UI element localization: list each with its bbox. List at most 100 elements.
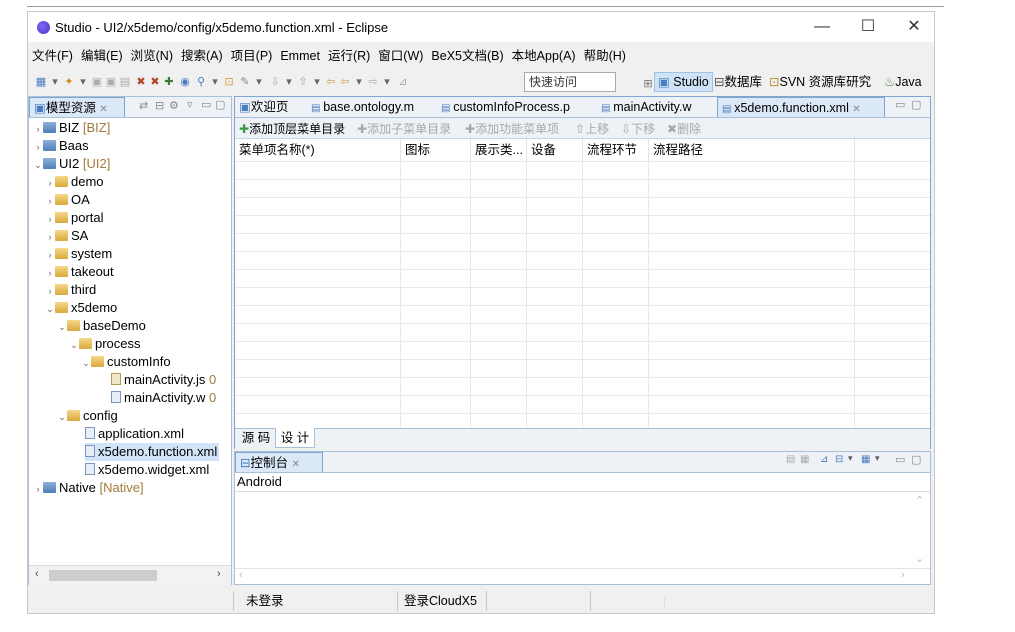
dropdown-icon[interactable]: ▾ <box>48 75 62 89</box>
menu-file[interactable]: 文件(F) <box>28 46 77 66</box>
tab-welcome[interactable]: ▣欢迎页 <box>235 97 305 117</box>
collapse-icon[interactable]: ⌄ <box>45 300 55 318</box>
maximize-view-icon[interactable]: ▢ <box>215 98 225 111</box>
add-sub-menu-button[interactable]: ✚添加子菜单目录 <box>357 120 451 138</box>
tree-node-baas[interactable]: › Baas <box>33 137 89 155</box>
perspective-studio[interactable]: ▣ Studio <box>654 72 713 92</box>
tree-node-ui2[interactable]: ⌄ UI2 [UI2] <box>33 155 110 173</box>
quick-access-input[interactable]: 快速访问 <box>524 72 616 92</box>
move-down-button[interactable]: ⇩下移 <box>621 120 655 138</box>
tab-custominfo-process[interactable]: ▤ customInfoProcess.p <box>437 97 591 117</box>
maximize-view-icon[interactable]: ▢ <box>911 98 921 111</box>
view-menu-icon[interactable]: ▿ <box>187 98 193 111</box>
link-editor-icon[interactable]: ⇄ <box>139 99 148 112</box>
prev-annotation-icon[interactable]: ⇧ <box>296 75 310 89</box>
maximize-view-icon[interactable]: ▢ <box>911 453 921 466</box>
pin-icon[interactable]: ⊿ <box>396 75 410 89</box>
pen-icon[interactable]: ✎ <box>238 75 252 89</box>
expand-icon[interactable]: › <box>45 264 55 282</box>
scroll-lock-icon[interactable]: ▦ <box>800 454 809 465</box>
collapse-icon[interactable]: ⌄ <box>57 408 67 426</box>
tree-node-custominfo[interactable]: ⌄ customInfo <box>81 353 170 372</box>
column-header-process-path[interactable]: 流程路径 <box>649 139 855 161</box>
horizontal-scrollbar[interactable]: ‹ › <box>29 565 231 585</box>
pin-console-icon[interactable]: ⊿ <box>820 454 828 465</box>
expand-icon[interactable]: › <box>45 282 55 300</box>
column-header-device[interactable]: 设备 <box>527 139 583 161</box>
tree-node-biz[interactable]: › BIZ [BIZ] <box>33 119 111 138</box>
add-function-item-button[interactable]: ✚添加功能菜单项 <box>465 120 559 138</box>
tree-node-config[interactable]: ⌄ config <box>57 407 117 426</box>
collapse-icon[interactable]: ⌄ <box>57 318 67 336</box>
delete-button[interactable]: ✖删除 <box>667 120 701 138</box>
tree-node-basedemo[interactable]: ⌄ baseDemo <box>57 317 146 335</box>
tab-x5demo-function-xml[interactable]: ▤ x5demo.function.xml ✕ <box>717 97 885 117</box>
collapse-icon[interactable]: ⌄ <box>81 354 91 372</box>
scroll-up-icon[interactable]: ⌃ <box>915 494 924 507</box>
dropdown-icon[interactable]: ▾ <box>352 75 366 89</box>
scroll-left-icon[interactable]: ‹ <box>35 568 39 580</box>
perspective-database[interactable]: ⊟数据库 <box>714 72 762 92</box>
dropdown-icon[interactable]: ▾ <box>208 75 222 89</box>
tree-node-mainactivity-js[interactable]: mainActivity.js 0 <box>111 371 216 389</box>
next-annotation-icon[interactable]: ⇩ <box>268 75 282 89</box>
close-icon[interactable]: ✕ <box>99 104 107 115</box>
tree-node-takeout[interactable]: › takeout <box>45 263 114 281</box>
scrollbar-thumb[interactable] <box>49 570 157 581</box>
scroll-left-icon[interactable]: ‹ <box>239 569 243 581</box>
new-icon[interactable]: ▦ <box>34 75 48 89</box>
filter-icon[interactable]: ⚙ <box>169 99 179 112</box>
clear-console-icon[interactable]: ▤ <box>786 454 795 465</box>
tree-node-application-xml[interactable]: application.xml <box>85 425 184 443</box>
dropdown-icon[interactable]: ▾ <box>310 75 324 89</box>
dropdown-icon[interactable]: ▾ <box>282 75 296 89</box>
tab-mainactivity-w[interactable]: ▤ mainActivity.w <box>597 97 713 117</box>
tree-node-portal[interactable]: › portal <box>45 209 104 227</box>
minimize-view-icon[interactable]: ▭ <box>201 98 211 111</box>
wand-icon[interactable]: ✦ <box>62 75 76 89</box>
debug-icon[interactable]: ◉ <box>178 75 192 89</box>
tree-node-x5demo-widget-xml[interactable]: x5demo.widget.xml <box>85 461 209 479</box>
expand-icon[interactable]: › <box>45 192 55 210</box>
dropdown-icon[interactable]: ▾ <box>380 75 394 89</box>
menu-bex5-docs[interactable]: BeX5文档(B) <box>427 46 507 66</box>
tree-node-native[interactable]: › Native [Native] <box>33 479 144 497</box>
menu-project[interactable]: 项目(P) <box>227 46 277 66</box>
display-console-icon[interactable]: ⊟ <box>835 454 843 465</box>
tree-node-demo[interactable]: › demo <box>45 173 104 191</box>
open-type-icon[interactable]: ⊡ <box>222 75 236 89</box>
scroll-right-icon[interactable]: › <box>217 568 221 580</box>
add-top-menu-button[interactable]: ✚添加顶层菜单目录 <box>239 120 345 138</box>
expand-icon[interactable]: › <box>33 120 43 138</box>
minimize-view-icon[interactable]: ▭ <box>895 98 905 111</box>
print-icon[interactable]: ▤ <box>118 75 132 89</box>
open-console-icon[interactable]: ▦ <box>861 454 870 465</box>
menu-search[interactable]: 搜索(A) <box>177 46 227 66</box>
tool-icon[interactable]: ✖ <box>148 75 162 89</box>
expand-icon[interactable]: › <box>45 174 55 192</box>
save-icon[interactable]: ▣ <box>90 75 104 89</box>
tool-icon[interactable]: ✚ <box>162 75 176 89</box>
perspective-java[interactable]: ♨Java <box>884 72 922 92</box>
collapse-all-icon[interactable]: ⊟ <box>155 99 164 112</box>
menu-local-app[interactable]: 本地App(A) <box>508 46 580 66</box>
expand-icon[interactable]: › <box>33 138 43 156</box>
tree-node-x5demo-function-xml[interactable]: x5demo.function.xml <box>85 443 220 461</box>
perspective-svn[interactable]: ⊡SVN 资源库研究 <box>769 72 871 92</box>
close-icon[interactable]: ✕ <box>291 459 299 470</box>
collapse-icon[interactable]: ⌄ <box>33 156 43 174</box>
expand-icon[interactable]: › <box>33 480 43 498</box>
menu-navigate[interactable]: 浏览(N) <box>127 46 177 66</box>
expand-icon[interactable]: › <box>45 246 55 264</box>
tree-node-x5demo[interactable]: ⌄ x5demo <box>45 299 117 317</box>
tab-source[interactable]: 源 码 <box>237 429 276 448</box>
menu-window[interactable]: 窗口(W) <box>374 46 427 66</box>
search-icon[interactable]: ⚲ <box>194 75 208 89</box>
column-header-name[interactable]: 菜单项名称(*) <box>235 139 401 161</box>
tab-console[interactable]: ⊟控制台 ✕ <box>235 452 323 472</box>
open-perspective-icon[interactable]: ⊞ <box>641 77 655 91</box>
column-header-activity[interactable]: 流程环节 <box>583 139 649 161</box>
collapse-icon[interactable]: ⌄ <box>69 336 79 354</box>
scroll-down-icon[interactable]: ⌄ <box>915 552 924 565</box>
menu-edit[interactable]: 编辑(E) <box>77 46 127 66</box>
